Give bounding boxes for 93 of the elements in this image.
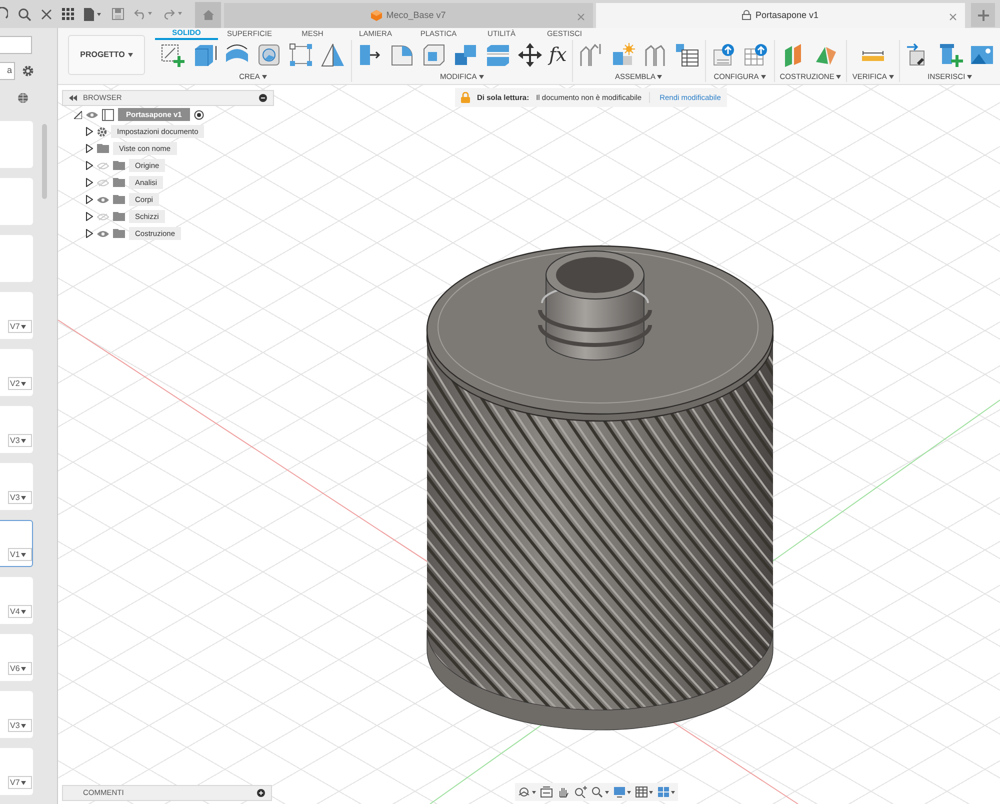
- triangle-icon[interactable]: [320, 42, 346, 68]
- caret-icon: [836, 74, 842, 79]
- search-icon[interactable]: [18, 8, 31, 20]
- split-layers-icon[interactable]: [485, 42, 511, 68]
- box-arrow-icon[interactable]: [192, 42, 218, 68]
- version-dropdown[interactable]: V6: [8, 662, 32, 675]
- viewports-icon[interactable]: [657, 786, 675, 798]
- caret-icon: [20, 610, 26, 614]
- caret-icon: [20, 382, 26, 386]
- folder-icon: [113, 178, 125, 187]
- design-card[interactable]: V3: [0, 463, 33, 510]
- caret-icon: [657, 74, 662, 79]
- caret-icon: [20, 496, 26, 500]
- radio-target-icon[interactable]: [194, 110, 204, 120]
- display-icon[interactable]: [613, 786, 631, 798]
- eye-icon[interactable]: [97, 196, 109, 204]
- move-arrows-icon[interactable]: [517, 42, 543, 68]
- caret-icon: [20, 780, 26, 784]
- caret-icon: [888, 74, 894, 79]
- cube-icon: [371, 10, 382, 21]
- close-icon[interactable]: [949, 12, 957, 21]
- version-dropdown[interactable]: V4: [8, 605, 32, 618]
- eye-icon[interactable]: [86, 110, 98, 118]
- caret-icon: [20, 438, 26, 442]
- caret-icon: [128, 53, 133, 57]
- lock-icon: [742, 10, 752, 20]
- workspace-dropdown[interactable]: PROGETTO: [68, 35, 145, 75]
- file-menu-icon[interactable]: [84, 8, 102, 20]
- cylinder-model-drawing[interactable]: [426, 245, 774, 730]
- combined-cubes-icon[interactable]: [453, 42, 479, 68]
- minimize-icon[interactable]: [259, 94, 267, 102]
- version-dropdown[interactable]: V1: [8, 548, 32, 561]
- settings-icon[interactable]: [22, 65, 34, 77]
- new-tab-button[interactable]: [971, 3, 995, 27]
- folder-icon: [113, 195, 125, 204]
- folder-icon: [97, 144, 109, 153]
- scrollbar-thumb[interactable]: [42, 124, 47, 199]
- settings-icon: [97, 126, 107, 136]
- caret-icon: [478, 74, 484, 79]
- orbit-icon[interactable]: [518, 786, 536, 798]
- collapse-icon[interactable]: [69, 95, 77, 101]
- caret-icon: [967, 74, 972, 79]
- upload-table-icon[interactable]: [742, 42, 769, 68]
- hole-icon[interactable]: [256, 42, 282, 68]
- design-card[interactable]: V2: [0, 349, 33, 396]
- folder-icon: [113, 229, 125, 238]
- caret-icon: [20, 724, 26, 728]
- block-arrow-icon[interactable]: [357, 42, 383, 68]
- home-icon: [202, 10, 214, 20]
- caret-icon: [760, 74, 766, 79]
- design-card[interactable]: V7: [0, 748, 33, 795]
- folder-icon: [113, 161, 125, 170]
- component-icon: [102, 108, 114, 120]
- expanded-triangle-icon[interactable]: [74, 110, 82, 118]
- pattern-icon[interactable]: [288, 42, 314, 68]
- folder-icon: [113, 212, 125, 221]
- app-grid-icon[interactable]: [62, 8, 74, 20]
- close-icon[interactable]: [41, 8, 52, 20]
- formula-button[interactable]: fx: [549, 46, 567, 64]
- design-card[interactable]: V4: [0, 577, 33, 624]
- document-tab[interactable]: Portasapone v1: [596, 3, 965, 28]
- version-dropdown[interactable]: V2: [8, 377, 32, 390]
- version-dropdown[interactable]: V7: [8, 776, 32, 789]
- eye-icon[interactable]: [97, 230, 109, 238]
- globe-icon[interactable]: [17, 92, 29, 104]
- design-card[interactable]: V3: [0, 406, 33, 453]
- pan-hand-icon[interactable]: [557, 786, 570, 798]
- grid-icon[interactable]: [635, 786, 653, 798]
- search-field[interactable]: [0, 36, 32, 54]
- design-card[interactable]: V7: [0, 292, 33, 339]
- version-dropdown[interactable]: V7: [8, 320, 32, 333]
- camera-view-icon[interactable]: [540, 786, 553, 798]
- sketch-plus-icon[interactable]: [160, 42, 186, 68]
- zoom-plus-icon[interactable]: [574, 786, 587, 798]
- cut-off-button[interactable]: a: [0, 62, 15, 80]
- design-card[interactable]: V6: [0, 634, 33, 681]
- shell-box-icon[interactable]: [421, 42, 447, 68]
- design-card[interactable]: V3: [0, 691, 33, 738]
- refresh-icon[interactable]: [0, 7, 8, 21]
- caret-icon: [262, 74, 267, 79]
- caret-icon: [20, 324, 26, 328]
- table-icon[interactable]: [674, 42, 700, 68]
- design-card[interactable]: V1: [0, 520, 33, 567]
- add-icon[interactable]: [257, 789, 265, 797]
- lock-icon: [461, 92, 470, 103]
- caret-icon: [20, 666, 26, 670]
- plus-icon: [978, 10, 988, 20]
- zoom-icon[interactable]: [591, 786, 609, 798]
- version-dropdown[interactable]: V3: [8, 719, 32, 732]
- version-dropdown[interactable]: V3: [8, 491, 32, 504]
- caret-icon: [20, 552, 26, 556]
- version-dropdown[interactable]: V3: [8, 434, 32, 447]
- upload-panel-icon[interactable]: [710, 42, 737, 68]
